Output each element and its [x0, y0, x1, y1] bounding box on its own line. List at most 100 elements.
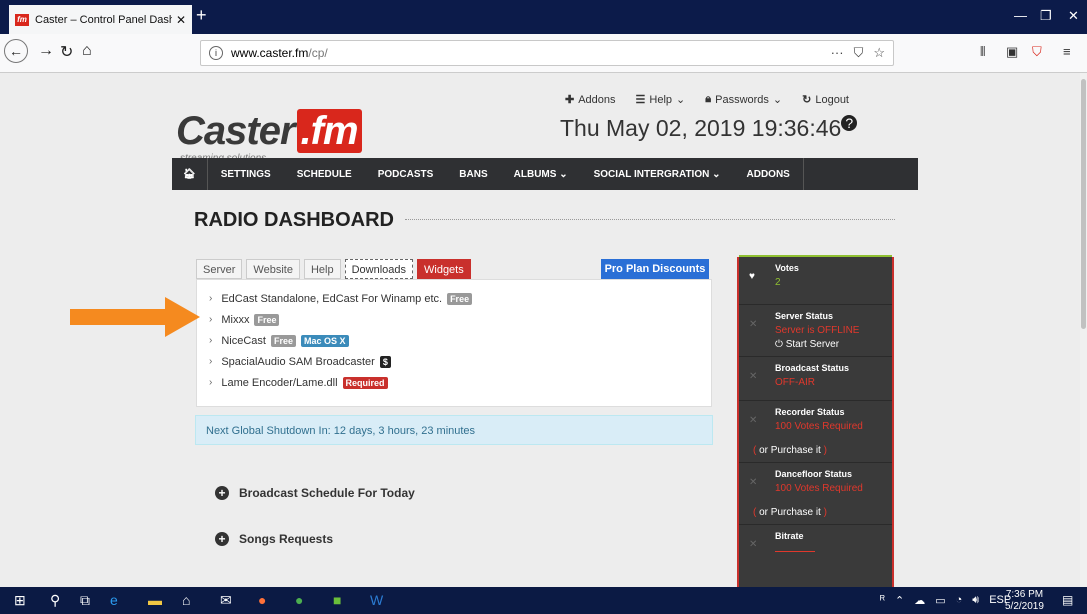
label-badge: Free [447, 292, 473, 305]
logout-icon: ↻ [802, 94, 812, 106]
restore-icon[interactable]: ❐ [1040, 8, 1052, 24]
page-content: Caster.fm streaming solutions ✚Addons ☰H… [0, 73, 1080, 587]
logout-link[interactable]: ↻ Logout [802, 93, 849, 107]
label-badge: Required [342, 376, 388, 389]
downloads-list: › EdCast Standalone, EdCast For Winamp et… [196, 279, 712, 407]
store-icon[interactable]: ⌂ [182, 592, 190, 608]
firefox-icon[interactable]: ● [258, 592, 266, 608]
nav-podcasts[interactable]: PODCASTS [365, 158, 447, 190]
plus-circle-icon: + [215, 532, 229, 546]
tab-downloads[interactable]: Downloads [344, 259, 413, 279]
caster-logo[interactable]: Caster.fm streaming solutions [176, 109, 362, 164]
task-view-icon[interactable]: ⧉ [80, 592, 90, 609]
window-close-icon[interactable]: ✕ [1068, 8, 1079, 24]
word-icon[interactable]: W [370, 592, 383, 608]
search-icon[interactable]: ⚲ [50, 592, 60, 609]
mail-icon[interactable]: ✉ [220, 592, 232, 609]
chevron-down-icon: ⌄ [676, 94, 686, 106]
tab-close-icon[interactable]: ✕ [176, 13, 186, 27]
tab-website[interactable]: Website [246, 259, 300, 279]
x-icon: ✕ [749, 539, 758, 550]
tab-title: Caster – Control Panel Dashbo [35, 13, 172, 26]
people-icon[interactable]: ᴿ [880, 594, 885, 607]
title-divider [405, 219, 895, 220]
songs-requests-toggle[interactable]: + Songs Requests [215, 532, 333, 546]
nav-addons[interactable]: ADDONS [734, 158, 803, 190]
votes-panel: ♥ Votes 2 [739, 255, 892, 305]
broadcast-schedule-toggle[interactable]: + Broadcast Schedule For Today [215, 486, 415, 500]
app-icon[interactable]: ■ [333, 592, 341, 608]
list-item[interactable]: › Mixxx Free [209, 309, 699, 330]
label-badge: Mac OS X [300, 334, 349, 347]
list-item[interactable]: › SpacialAudio SAM Broadcaster $ [209, 351, 699, 372]
addons-link[interactable]: ✚ Addons [565, 93, 616, 107]
pro-plan-discounts-button[interactable]: Pro Plan Discounts [601, 259, 709, 279]
forward-arrow-icon[interactable]: → [38, 42, 54, 60]
nav-schedule[interactable]: SCHEDULE [284, 158, 365, 190]
site-info-icon[interactable]: i [209, 46, 223, 60]
browser-tab[interactable]: fm Caster – Control Panel Dashbo ✕ [9, 5, 192, 34]
chevron-down-icon: ⌄ [772, 94, 783, 106]
bookmark-star-icon[interactable]: ☆ [873, 45, 885, 61]
windows-start-icon[interactable]: ⊞ [14, 592, 26, 609]
shutdown-notice: Next Global Shutdown In: 12 days, 3 hour… [195, 415, 713, 445]
pocket-icon[interactable]: ⛉ [854, 45, 864, 61]
volume-icon[interactable]: 🔊︎ [972, 594, 979, 607]
top-links: ✚ Addons ☰ Help ⌄ 🔒︎ Passwords ⌄ ↻ Logout [565, 93, 849, 106]
url-bar[interactable]: i www.caster.fm/cp/ ··· ⛉ ☆ [200, 40, 894, 66]
home-icon[interactable]: ⌂ [82, 42, 92, 60]
help-link[interactable]: ☰ Help ⌄ [635, 93, 686, 107]
system-clock[interactable]: 7:36 PM 5/2/2019 [1005, 589, 1044, 613]
heart-icon: ♥ [749, 271, 755, 282]
plus-circle-icon: + [215, 486, 229, 500]
bitrate-bar [775, 551, 815, 552]
system-tray: ᴿ ⌃ ☁ ▭ ◔ 🔊︎ ESP [880, 594, 1011, 607]
url-text: www.caster.fm/cp/ [231, 46, 328, 60]
battery-icon[interactable]: ▭ [935, 594, 945, 607]
windows-taskbar: ⊞ ⚲ ⧉ e ▬ ⌂ ✉ ● ● ■ W ᴿ ⌃ ☁ ▭ ◔ 🔊︎ ESP 7… [0, 587, 1087, 614]
list-item[interactable]: › NiceCast Free Mac OS X [209, 330, 699, 351]
dashboard-tabs: Server Website Help Downloads Widgets [196, 259, 471, 279]
list-icon: ☰ [635, 94, 646, 106]
menu-hamburger-icon[interactable]: ≡ [1063, 44, 1071, 59]
question-icon[interactable]: ? [841, 115, 858, 131]
purchase-link[interactable]: ( or Purchase it ) [753, 445, 827, 456]
edge-icon[interactable]: e [110, 592, 118, 608]
tab-help[interactable]: Help [303, 259, 341, 279]
reload-icon[interactable]: ↻ [60, 42, 73, 62]
x-icon: ✕ [749, 415, 758, 426]
chrome-icon[interactable]: ● [295, 592, 303, 608]
tab-server[interactable]: Server [196, 259, 243, 279]
minimize-icon[interactable]: — [1014, 8, 1027, 23]
nav-divider [802, 158, 804, 190]
purchase-link[interactable]: ( or Purchase it ) [753, 507, 827, 518]
sidebar-icon[interactable]: ▣ [1006, 44, 1018, 60]
label-badge: Free [254, 313, 280, 326]
start-server-button[interactable]: ⏻ Start Server [775, 339, 884, 350]
new-tab-plus-icon[interactable]: + [196, 5, 207, 26]
nav-social-intergration[interactable]: SOCIAL INTERGRATION ⌄ [581, 158, 734, 190]
pocket-ext-icon[interactable]: ⛉ [1032, 44, 1042, 60]
tab-widgets[interactable]: Widgets [417, 259, 471, 279]
x-icon: ✕ [749, 319, 758, 330]
back-arrow-icon[interactable]: ← [4, 39, 28, 63]
list-item[interactable]: › Lame Encoder/Lame.dll Required [209, 372, 699, 393]
main-nav: 🏠︎ SETTINGS SCHEDULE PODCASTS BANS ALBUM… [172, 158, 918, 190]
passwords-link[interactable]: 🔒︎ Passwords ⌄ [705, 93, 782, 106]
cloud-icon[interactable]: ☁ [914, 594, 925, 607]
page-scrollbar[interactable] [1080, 73, 1087, 587]
more-actions-icon[interactable]: ··· [831, 45, 844, 61]
scrollbar-thumb[interactable] [1081, 79, 1086, 329]
chevron-up-icon[interactable]: ⌃ [895, 594, 904, 607]
server-clock: Thu May 02, 2019 19:36:46? [560, 115, 858, 142]
nav-home-icon[interactable]: 🏠︎ [172, 158, 208, 190]
nav-bans[interactable]: BANS [446, 158, 500, 190]
notifications-icon[interactable]: ▤ [1062, 593, 1073, 607]
list-item[interactable]: › EdCast Standalone, EdCast For Winamp et… [209, 288, 699, 309]
wifi-icon[interactable]: ◔ [956, 594, 963, 607]
library-icon[interactable]: ⫴ [980, 44, 985, 60]
nav-settings[interactable]: SETTINGS [208, 158, 284, 190]
x-icon: ✕ [749, 477, 758, 488]
nav-albums[interactable]: ALBUMS ⌄ [501, 158, 581, 190]
file-explorer-icon[interactable]: ▬ [148, 592, 162, 608]
